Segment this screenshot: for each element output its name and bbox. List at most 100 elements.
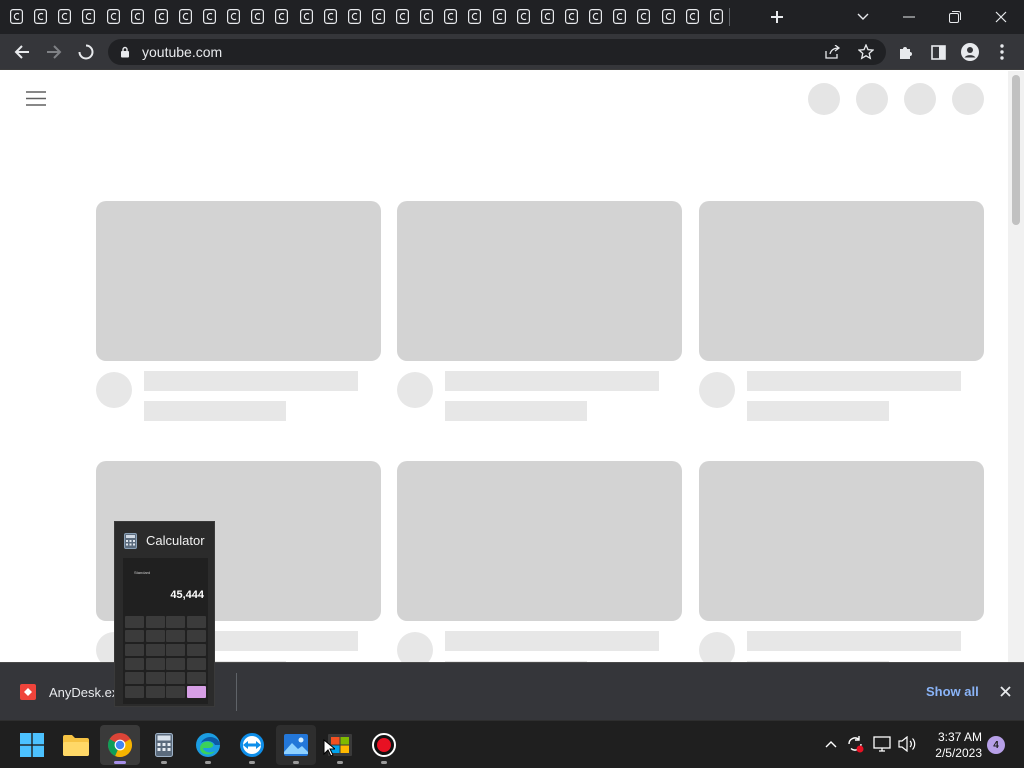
browser-tab[interactable] <box>130 9 144 24</box>
browser-toolbar: youtube.com <box>0 34 1024 70</box>
calculator-icon <box>124 533 137 549</box>
side-panel-icon <box>930 44 946 60</box>
chevron-down-icon <box>857 13 869 20</box>
network-button[interactable] <box>871 733 893 755</box>
browser-tab[interactable] <box>685 9 699 24</box>
show-all-link[interactable]: Show all <box>926 684 979 699</box>
page-favicon-icon <box>34 9 48 24</box>
calculator-key <box>145 630 165 642</box>
stop-loading-button[interactable] <box>70 34 102 70</box>
browser-tab[interactable] <box>540 9 554 24</box>
restore-icon <box>949 11 961 23</box>
browser-tab[interactable] <box>275 9 289 24</box>
plus-icon <box>771 11 783 23</box>
start-button[interactable] <box>12 725 52 765</box>
tab-search-button[interactable] <box>840 0 886 34</box>
show-hidden-icons-button[interactable] <box>820 733 842 755</box>
bookmark-star-icon[interactable] <box>858 44 874 60</box>
scrollbar-thumb[interactable] <box>1012 75 1020 225</box>
chrome-menu-button[interactable] <box>986 34 1018 70</box>
download-separator <box>236 673 237 711</box>
browser-tab[interactable] <box>34 9 48 24</box>
side-panel-button[interactable] <box>922 34 954 70</box>
address-bar[interactable]: youtube.com <box>108 39 886 65</box>
page-scrollbar[interactable] <box>1008 71 1024 662</box>
browser-tab[interactable] <box>492 9 506 24</box>
calculator-key <box>125 672 144 684</box>
sync-error-icon <box>848 736 864 753</box>
page-favicon-icon <box>227 9 241 24</box>
page-favicon-icon <box>251 9 265 24</box>
calculator-preview[interactable]: Calculator Standard 45,444 <box>114 521 215 707</box>
restore-button[interactable] <box>932 0 978 34</box>
browser-tab[interactable] <box>203 9 217 24</box>
taskbar-photos[interactable] <box>276 725 316 765</box>
browser-tab[interactable] <box>613 9 627 24</box>
clock-date[interactable]: 2/5/2023 <box>924 746 982 760</box>
browser-tab[interactable] <box>106 9 120 24</box>
hamburger-menu-icon[interactable] <box>26 91 46 106</box>
browser-tab[interactable] <box>661 9 675 24</box>
page-favicon-icon <box>709 9 723 24</box>
sync-status-button[interactable] <box>844 733 866 755</box>
browser-tab[interactable] <box>154 9 168 24</box>
minimize-icon <box>903 16 915 18</box>
browser-tab[interactable] <box>178 9 192 24</box>
browser-tab[interactable] <box>347 9 361 24</box>
browser-tab[interactable] <box>516 9 530 24</box>
page-favicon-icon <box>661 9 675 24</box>
browser-tab[interactable] <box>444 9 458 24</box>
browser-tab[interactable] <box>251 9 265 24</box>
browser-tab[interactable] <box>564 9 578 24</box>
browser-tab[interactable] <box>299 9 313 24</box>
page-favicon-icon <box>444 9 458 24</box>
browser-tab[interactable] <box>58 9 72 24</box>
back-button[interactable] <box>6 34 38 70</box>
profile-button[interactable] <box>954 34 986 70</box>
taskbar-chrome[interactable] <box>100 725 140 765</box>
browser-tab[interactable] <box>637 9 651 24</box>
calculator-key <box>186 672 206 684</box>
photos-icon <box>284 734 308 756</box>
taskbar-edge[interactable] <box>188 725 228 765</box>
browser-tab[interactable] <box>10 9 23 24</box>
browser-tab[interactable] <box>589 9 603 24</box>
share-icon[interactable] <box>825 45 841 59</box>
close-icon[interactable] <box>1000 686 1011 697</box>
volume-button[interactable] <box>896 733 918 755</box>
tab-strip <box>0 0 1024 34</box>
calculator-key <box>145 658 165 670</box>
title-placeholder <box>747 631 961 651</box>
meta-placeholder <box>144 401 286 421</box>
browser-tab[interactable] <box>371 9 385 24</box>
calculator-key <box>125 686 144 698</box>
minimize-button[interactable] <box>886 0 932 34</box>
taskbar-calculator[interactable] <box>144 725 184 765</box>
taskbar-teamviewer[interactable] <box>232 725 272 765</box>
browser-tab[interactable] <box>709 9 723 24</box>
browser-tab[interactable] <box>323 9 337 24</box>
title-placeholder <box>445 371 659 391</box>
page-favicon-icon <box>540 9 554 24</box>
calculator-key <box>166 644 185 656</box>
taskbar-file-explorer[interactable] <box>56 725 96 765</box>
notification-badge[interactable]: 4 <box>987 736 1005 754</box>
record-icon <box>372 733 396 757</box>
taskbar-screen-recorder[interactable] <box>364 725 404 765</box>
browser-tab[interactable] <box>227 9 241 24</box>
calculator-key <box>186 644 206 656</box>
calculator-thumbnail: Standard 45,444 <box>123 558 208 704</box>
browser-tab[interactable] <box>468 9 482 24</box>
calculator-key <box>125 630 144 642</box>
clock-time[interactable]: 3:37 AM <box>934 730 982 744</box>
browser-tab[interactable] <box>82 9 96 24</box>
extensions-button[interactable] <box>890 34 922 70</box>
page-favicon-icon <box>516 9 530 24</box>
browser-tab[interactable] <box>396 9 410 24</box>
close-window-button[interactable] <box>978 0 1024 34</box>
url-text: youtube.com <box>142 44 223 60</box>
forward-button[interactable] <box>38 34 70 70</box>
browser-tab[interactable] <box>420 9 434 24</box>
new-tab-button[interactable] <box>754 0 800 34</box>
active-app-indicator <box>114 761 126 764</box>
